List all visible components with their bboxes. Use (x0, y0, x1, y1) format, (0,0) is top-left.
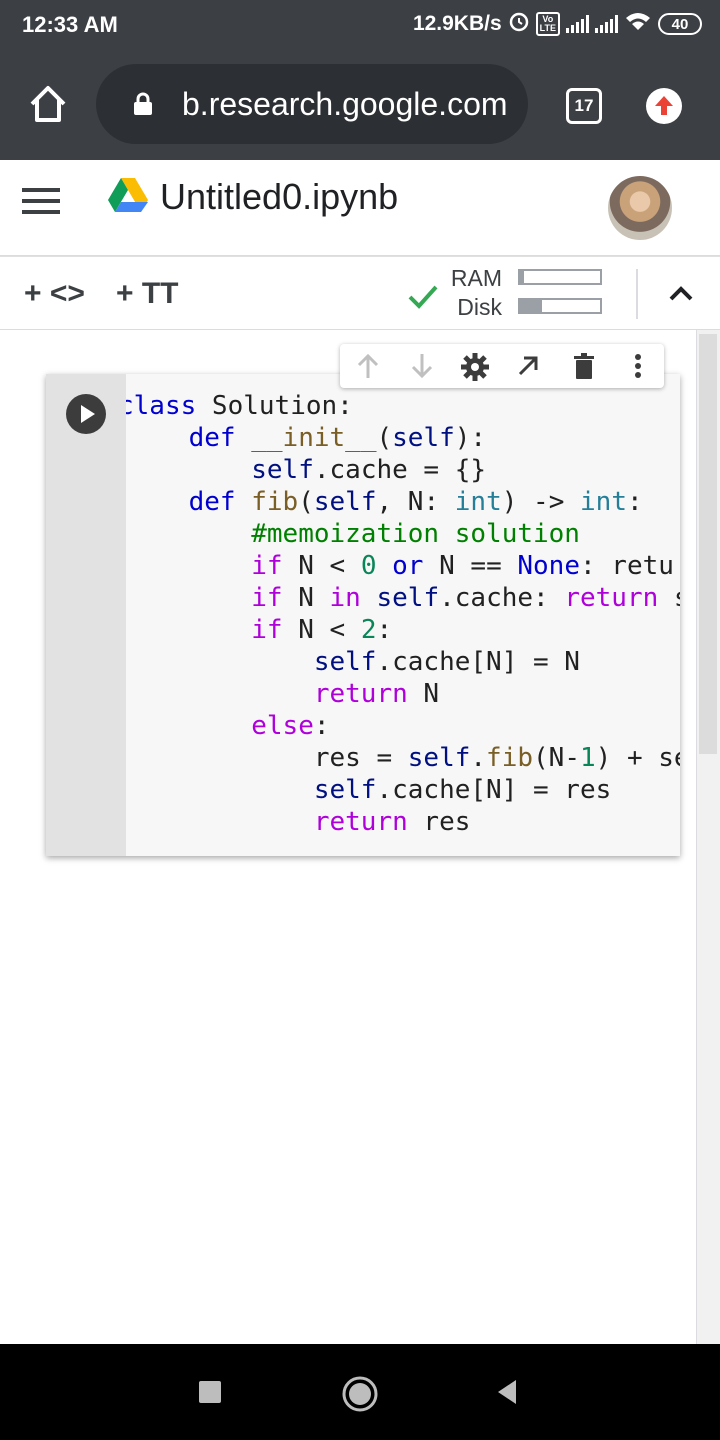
ram-usage-fill (520, 271, 524, 283)
add-text-button[interactable]: + TT (116, 277, 179, 311)
settings-icon[interactable] (460, 352, 489, 381)
collapse-icon[interactable] (664, 277, 698, 311)
disk-usage-fill (520, 300, 543, 312)
code-line[interactable]: self.cache[N] = N (126, 646, 680, 678)
code-line[interactable]: class Solution: (126, 390, 680, 422)
code-line[interactable]: def __init__(self): (126, 422, 680, 454)
code-line[interactable]: if N < 2: (126, 614, 680, 646)
net-speed: 12.9KB/s (412, 12, 502, 35)
code-editor[interactable]: class Solution: def __init__(self): self… (126, 390, 680, 850)
connected-check-icon[interactable] (406, 279, 440, 313)
notebook-title[interactable]: Untitled0.ipynb (160, 176, 398, 218)
url-text[interactable]: b.research.google.com (182, 86, 508, 123)
ram-label: RAM (450, 265, 502, 291)
code-line[interactable]: def fib(self, N: int) -> int: (126, 486, 680, 518)
alarm-icon (508, 10, 530, 38)
cell-gutter (46, 374, 126, 856)
menu-icon[interactable] (22, 188, 60, 218)
disk-label: Disk (457, 294, 502, 320)
status-bar: 12:33 AM 12.9KB/s Vo LTE 40 (0, 0, 720, 50)
home-icon[interactable] (26, 82, 70, 126)
disk-usage-bar[interactable] (518, 298, 602, 314)
open-in-new-icon[interactable] (514, 352, 542, 380)
notebook-header: Untitled0.ipynb (0, 160, 720, 256)
scroll-thumb[interactable] (699, 334, 717, 754)
code-line[interactable]: res = self.fib(N-1) + se (126, 742, 680, 774)
code-line[interactable]: self.cache[N] = res (126, 774, 680, 806)
code-line[interactable]: self.cache = {} (126, 454, 680, 486)
lock-icon (132, 92, 154, 116)
toolbar-divider (636, 269, 638, 319)
recents-icon[interactable] (192, 1374, 228, 1410)
signal-icon (595, 15, 618, 33)
avatar[interactable] (608, 176, 672, 240)
code-line[interactable]: if N in self.cache: return s (126, 582, 680, 614)
wifi-icon (624, 10, 652, 38)
run-cell-button[interactable] (66, 394, 106, 434)
code-line[interactable]: else: (126, 710, 680, 742)
add-code-button[interactable]: + <> (24, 277, 85, 311)
browser-toolbar: b.research.google.com 17 (0, 50, 720, 160)
code-cell[interactable]: class Solution: def __init__(self): self… (46, 374, 680, 856)
signal-icon (566, 15, 589, 33)
battery-icon: 40 (658, 13, 702, 35)
ram-usage-bar[interactable] (518, 269, 602, 285)
home-icon[interactable] (340, 1374, 378, 1412)
code-line[interactable]: #memoization solution (126, 518, 680, 550)
system-nav-bar (0, 1344, 720, 1440)
address-bar[interactable]: b.research.google.com (96, 64, 528, 144)
tabs-icon[interactable]: 17 (566, 88, 602, 124)
cell-toolbar (340, 344, 664, 388)
update-icon[interactable] (646, 88, 682, 124)
move-up-icon[interactable] (354, 352, 382, 380)
delete-icon[interactable] (570, 352, 598, 380)
status-icons: 12.9KB/s Vo LTE 40 (413, 10, 702, 38)
code-line[interactable]: return res (126, 806, 680, 838)
notebook-toolbar: + <> + TT RAM Disk (0, 256, 720, 330)
code-line[interactable]: return N (126, 678, 680, 710)
move-down-icon[interactable] (408, 352, 436, 380)
volte-icon: Vo LTE (535, 12, 560, 36)
back-icon[interactable] (490, 1374, 526, 1410)
notebook-main: class Solution: def __init__(self): self… (0, 330, 720, 1344)
more-icon[interactable] (624, 352, 652, 380)
code-line[interactable]: if N < 0 or N == None: retu (126, 550, 680, 582)
drive-logo-icon[interactable] (106, 176, 150, 216)
status-time: 12:33 AM (22, 12, 118, 37)
page-scrollbar[interactable] (696, 330, 720, 1344)
